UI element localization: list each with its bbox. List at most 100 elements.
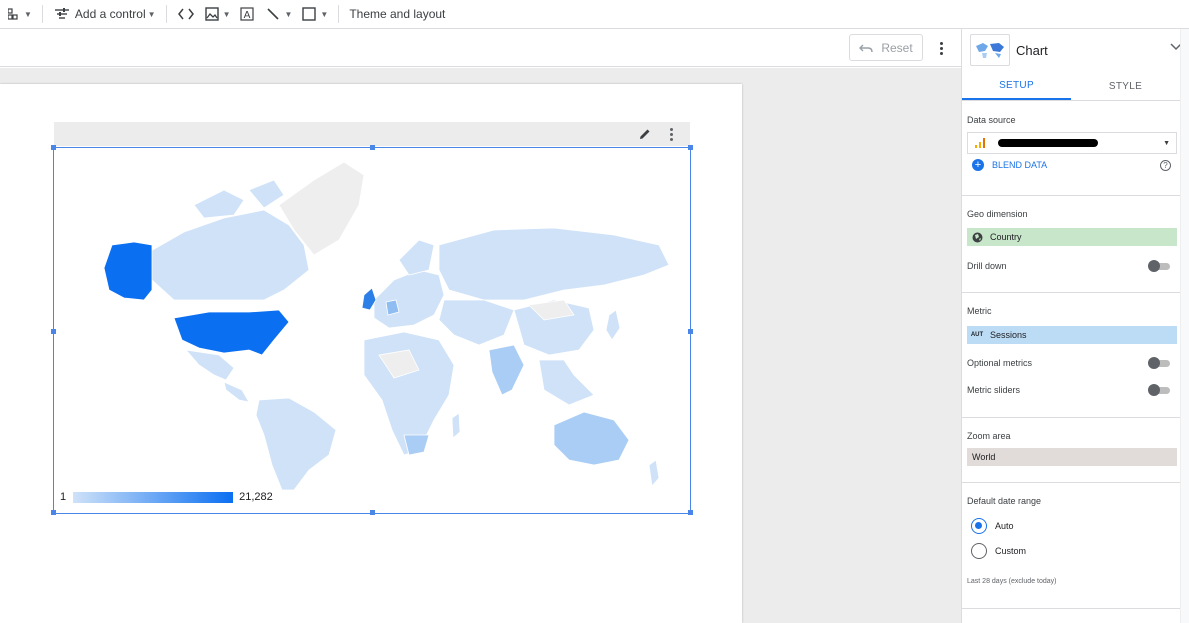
main-toolbar: ▼ Add a control ▼ ▼ A ▼ ▼ Theme and layo… — [0, 0, 1189, 29]
region-central-asia — [438, 299, 515, 346]
date-auto-radio[interactable] — [971, 518, 987, 534]
chevron-down-icon: ▼ — [222, 9, 231, 19]
text-box-button[interactable]: A — [234, 0, 260, 29]
toolbar-divider — [41, 5, 43, 23]
report-actions-bar: Reset — [0, 29, 961, 67]
legend-min-label: 1 — [60, 491, 67, 503]
world-map — [103, 161, 670, 490]
add-control-button[interactable]: Add a control ▼ — [49, 0, 160, 29]
legend-gradient-bar — [73, 491, 234, 503]
region-alaska — [103, 241, 153, 301]
code-icon — [177, 5, 195, 23]
region-mexico — [184, 349, 235, 381]
resize-handle[interactable] — [51, 510, 56, 515]
data-source-label: Data source — [967, 115, 1016, 125]
geo-chart[interactable]: 1 21,282 — [51, 145, 693, 515]
pencil-icon[interactable] — [638, 127, 652, 146]
chevron-down-icon: ▼ — [320, 9, 329, 19]
community-viz-button[interactable]: ▼ — [0, 0, 36, 29]
resize-handle[interactable] — [51, 329, 56, 334]
chart-more-icon[interactable] — [666, 126, 676, 142]
resize-handle[interactable] — [51, 145, 56, 150]
globe-icon — [970, 231, 984, 243]
reset-button[interactable]: Reset — [849, 34, 923, 61]
metric-chip[interactable]: AUT Sessions — [967, 326, 1177, 344]
aggregation-badge: AUT — [970, 332, 984, 338]
blend-data-button[interactable]: + BLEND DATA — [972, 159, 1047, 171]
geo-dimension-label: Geo dimension — [967, 209, 1028, 219]
region-central-america — [223, 381, 250, 403]
region-europe — [373, 269, 445, 329]
chevron-down-icon: ▼ — [147, 9, 156, 19]
region-united-states — [173, 309, 290, 356]
geo-dimension-value: Country — [990, 232, 1022, 242]
analytics-icon — [975, 138, 985, 148]
chart-header-bar — [54, 122, 690, 146]
more-options-icon[interactable] — [932, 38, 950, 58]
metric-value: Sessions — [990, 330, 1027, 340]
add-circle-icon: + — [972, 159, 984, 171]
tab-style[interactable]: STYLE — [1071, 72, 1180, 100]
image-button[interactable]: ▼ — [199, 0, 235, 29]
date-auto-label: Auto — [995, 521, 1014, 531]
metric-label: Metric — [967, 306, 992, 316]
region-southeast-asia — [538, 359, 595, 406]
region-arctic-islands — [248, 179, 285, 209]
date-custom-label: Custom — [995, 546, 1027, 556]
rectangle-icon — [300, 5, 318, 23]
chart-type-selector[interactable]: Chart — [962, 29, 1189, 71]
resize-handle[interactable] — [688, 329, 693, 334]
date-range-label: Default date range — [967, 496, 1042, 506]
zoom-area-chip[interactable]: World — [967, 448, 1177, 466]
chevron-down-icon: ▼ — [284, 9, 293, 19]
region-new-zealand — [648, 459, 660, 487]
optional-metrics-toggle[interactable] — [1148, 357, 1170, 369]
zoom-area-label: Zoom area — [967, 431, 1011, 441]
chevron-down-icon: ▼ — [1163, 140, 1170, 147]
theme-layout-button[interactable]: Theme and layout — [345, 0, 449, 29]
properties-panel: Chart SETUP STYLE Data source ▼ + BLEND … — [961, 29, 1189, 623]
panel-tabs: SETUP STYLE — [962, 72, 1180, 101]
drill-down-label: Drill down — [967, 261, 1007, 271]
drill-down-toggle[interactable] — [1148, 260, 1170, 272]
image-icon — [203, 5, 221, 23]
region-japan — [605, 309, 621, 341]
date-range-hint: Last 28 days (exclude today) — [967, 578, 1057, 585]
help-icon[interactable]: ? — [1160, 160, 1171, 171]
zoom-area-value: World — [972, 452, 996, 462]
geo-chart-icon — [970, 34, 1010, 66]
resize-handle[interactable] — [688, 510, 693, 515]
toolbar-divider — [165, 5, 167, 23]
optional-metrics-label: Optional metrics — [967, 358, 1033, 368]
redacted-source-name — [998, 139, 1098, 147]
theme-layout-label: Theme and layout — [349, 7, 446, 21]
toolbar-divider — [338, 5, 340, 23]
region-south-america — [255, 397, 337, 490]
shape-button[interactable]: ▼ — [296, 0, 332, 29]
color-scale-legend: 1 21,282 — [60, 491, 273, 503]
resize-handle[interactable] — [370, 510, 375, 515]
region-australia — [553, 411, 630, 466]
line-button[interactable]: ▼ — [260, 0, 296, 29]
metric-sliders-label: Metric sliders — [967, 385, 1021, 395]
embed-url-button[interactable] — [173, 0, 199, 29]
components-icon — [4, 5, 22, 23]
region-arctic-islands — [193, 189, 245, 219]
tab-setup[interactable]: SETUP — [962, 72, 1071, 100]
metric-sliders-toggle[interactable] — [1148, 384, 1170, 396]
chevron-down-icon: ▼ — [24, 9, 32, 19]
text-box-icon: A — [238, 5, 256, 23]
region-scandinavia — [398, 239, 435, 276]
date-custom-radio[interactable] — [971, 543, 987, 559]
legend-max-label: 21,282 — [239, 491, 273, 503]
filter-controls-icon — [53, 5, 71, 23]
panel-scrollbar[interactable] — [1180, 29, 1189, 623]
panel-title: Chart — [1016, 42, 1048, 58]
report-canvas: 1 21,282 — [0, 68, 961, 623]
line-icon — [264, 5, 282, 23]
region-india — [488, 344, 525, 396]
data-source-select[interactable]: ▼ — [967, 132, 1177, 154]
geo-dimension-chip[interactable]: Country — [967, 228, 1177, 246]
metric-section — [962, 293, 1180, 418]
resize-handle[interactable] — [688, 145, 693, 150]
